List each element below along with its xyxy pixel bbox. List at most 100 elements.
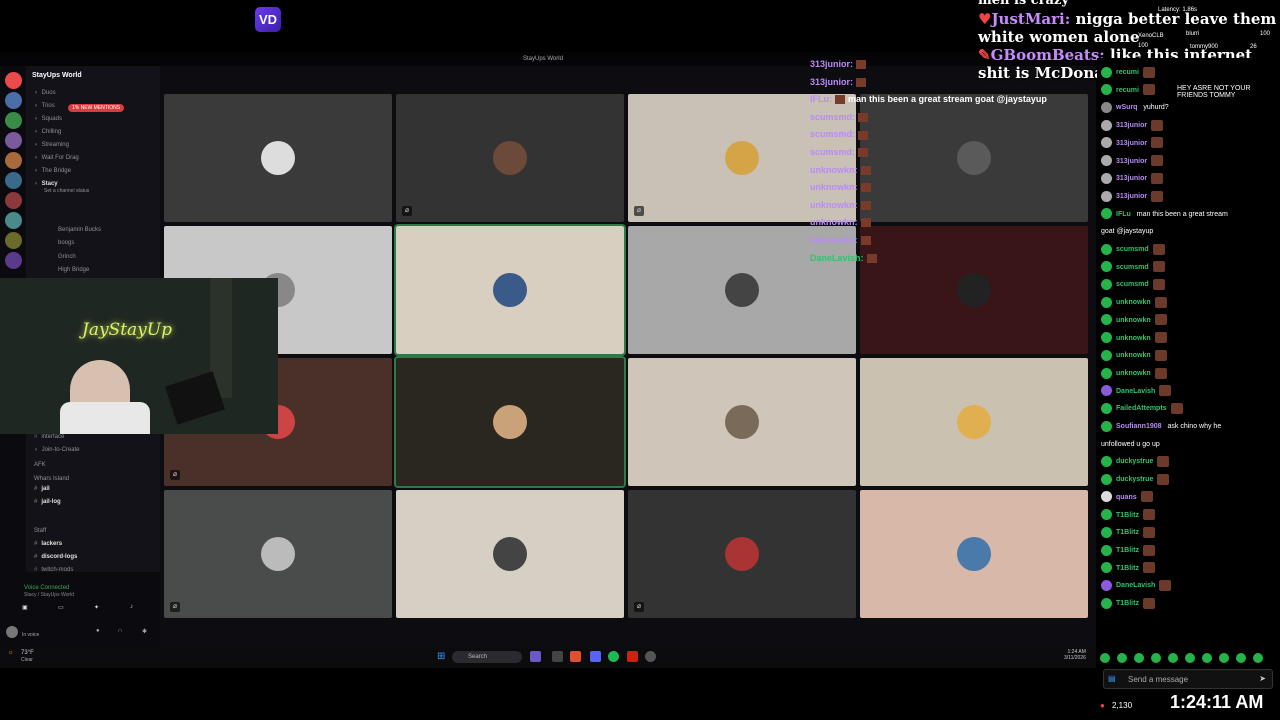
windows-start-icon[interactable]: ⊞: [437, 651, 445, 662]
chat-username[interactable]: IFLu: [1116, 211, 1131, 218]
chat-line: scumsmd: [1101, 241, 1276, 259]
chat-username[interactable]: DaneLavish: [1116, 582, 1155, 589]
chat-username[interactable]: quans: [1116, 494, 1137, 501]
video-tile[interactable]: [394, 356, 626, 488]
chat-username[interactable]: scumsmd: [1116, 281, 1149, 288]
user-badge-icon: [1101, 119, 1112, 131]
emote-icon: [1154, 296, 1167, 308]
app-icon[interactable]: [552, 651, 563, 662]
chat-username[interactable]: duckystrue: [1116, 458, 1153, 465]
emote-icon[interactable]: [1253, 653, 1263, 663]
chat-username[interactable]: 313junior: [1116, 158, 1147, 165]
video-tile[interactable]: [396, 490, 624, 618]
chat-username[interactable]: T1Blitz: [1116, 600, 1139, 607]
user-badge-icon: [1101, 420, 1112, 432]
chat-username[interactable]: unknowkn: [1116, 370, 1151, 377]
emote-icon[interactable]: [1219, 653, 1229, 663]
chat-username: IFLu:: [810, 94, 832, 105]
video-tile[interactable]: [860, 490, 1088, 618]
emote-icon: [860, 200, 871, 210]
chat-settings-icon[interactable]: ▤: [1108, 674, 1116, 683]
chat-username[interactable]: scumsmd: [1116, 264, 1149, 271]
chat-username[interactable]: T1Blitz: [1116, 565, 1139, 572]
emote-icon[interactable]: [1117, 653, 1127, 663]
emote-icon[interactable]: [1100, 653, 1110, 663]
send-icon[interactable]: ➤: [1259, 674, 1266, 683]
leader-row: 100: [1138, 43, 1149, 49]
chat-username[interactable]: recumi: [1116, 69, 1139, 76]
chat-username[interactable]: 313junior: [1116, 122, 1147, 129]
chat-line: duckystrue: [1101, 471, 1276, 489]
chat-line: T1Blitz: [1101, 542, 1276, 560]
video-tile[interactable]: [164, 94, 392, 222]
emote-icon[interactable]: [1185, 653, 1195, 663]
overlay-chat-line: IFLu: man this been a great stream goat @…: [810, 91, 1100, 109]
video-tile[interactable]: ⌀: [396, 94, 624, 222]
chat-username[interactable]: 313junior: [1116, 193, 1147, 200]
system-clock[interactable]: 1:24 AM 3/11/2026: [1064, 649, 1086, 661]
chat-line: 313junior: [1101, 153, 1276, 171]
user-badge-icon: [1101, 544, 1112, 556]
user-badge-icon: [1101, 296, 1112, 308]
chat-username[interactable]: unknowkn: [1116, 335, 1151, 342]
spotify-icon[interactable]: [608, 651, 619, 662]
video-tile[interactable]: [628, 358, 856, 486]
video-tile[interactable]: [394, 224, 626, 356]
chat-username[interactable]: unknowkn: [1116, 317, 1151, 324]
chat-line: unknowkn: [1101, 365, 1276, 383]
chat-line: FailedAttempts: [1101, 400, 1276, 418]
avatar: [261, 537, 295, 571]
chat-username[interactable]: Soufiann1908: [1116, 423, 1162, 430]
emote-icon[interactable]: [1151, 653, 1161, 663]
user-badge-icon: [1101, 526, 1112, 538]
emote-icon: [860, 218, 871, 228]
chat-username[interactable]: DaneLavish: [1116, 388, 1155, 395]
chat-username[interactable]: duckystrue: [1116, 476, 1153, 483]
chat-username[interactable]: unknowkn: [1116, 299, 1151, 306]
chat-username[interactable]: T1Blitz: [1116, 547, 1139, 554]
chat-username[interactable]: recumi: [1116, 87, 1139, 94]
mic-muted-icon: ⌀: [634, 206, 644, 216]
chat-username[interactable]: unknowkn: [1116, 352, 1151, 359]
user-badge-icon: [1101, 314, 1112, 326]
emote-icon[interactable]: [1168, 653, 1178, 663]
weather-icon[interactable]: ☼: [8, 650, 14, 656]
emote-icon: [1170, 402, 1183, 414]
chat-username[interactable]: T1Blitz: [1116, 512, 1139, 519]
emote-icon: [1142, 509, 1155, 521]
chat-username[interactable]: 313junior: [1116, 140, 1147, 147]
brave-icon[interactable]: [570, 651, 581, 662]
mic-muted-icon: ⌀: [170, 470, 180, 480]
app-icon[interactable]: [530, 651, 541, 662]
chat-username[interactable]: wSurq: [1116, 104, 1137, 111]
streamer-shirt: [60, 402, 150, 434]
emote-icon[interactable]: [1236, 653, 1246, 663]
video-tile[interactable]: [860, 358, 1088, 486]
emote-icon: [858, 130, 869, 140]
chat-username: scumsmd:: [810, 146, 856, 157]
chat-input[interactable]: ▤ Send a message ➤: [1103, 669, 1273, 689]
user-badge-icon: [1101, 172, 1112, 184]
taskbar-search[interactable]: Search: [452, 651, 522, 663]
discord-icon[interactable]: [590, 651, 601, 662]
obs-icon[interactable]: [645, 651, 656, 662]
emote-icon: [860, 236, 871, 246]
chat-username[interactable]: FailedAttempts: [1116, 405, 1167, 412]
app-icon[interactable]: [627, 651, 638, 662]
emote-icon: [856, 77, 867, 87]
chat-username[interactable]: T1Blitz: [1116, 529, 1139, 536]
video-tile[interactable]: ⌀: [628, 490, 856, 618]
video-tile[interactable]: ⌀: [164, 490, 392, 618]
user-badge-icon: [1101, 84, 1112, 96]
chat-message: goat @jaystayup: [1101, 228, 1154, 236]
twitch-chat: HEY ASRE NOT YOUR FRIENDS TOMMY recumi re…: [1097, 58, 1280, 648]
emote-icon[interactable]: [1134, 653, 1144, 663]
chat-line: 313junior: [1101, 188, 1276, 206]
chat-username[interactable]: scumsmd: [1116, 246, 1149, 253]
emote-icon[interactable]: [1202, 653, 1212, 663]
chat-username: JustMari:: [991, 10, 1071, 28]
emote-icon: [1152, 243, 1165, 255]
chat-username[interactable]: 313junior: [1116, 175, 1147, 182]
overlay-chat-line: unknowkn:: [810, 214, 1100, 232]
mic-muted-icon: ⌀: [402, 206, 412, 216]
